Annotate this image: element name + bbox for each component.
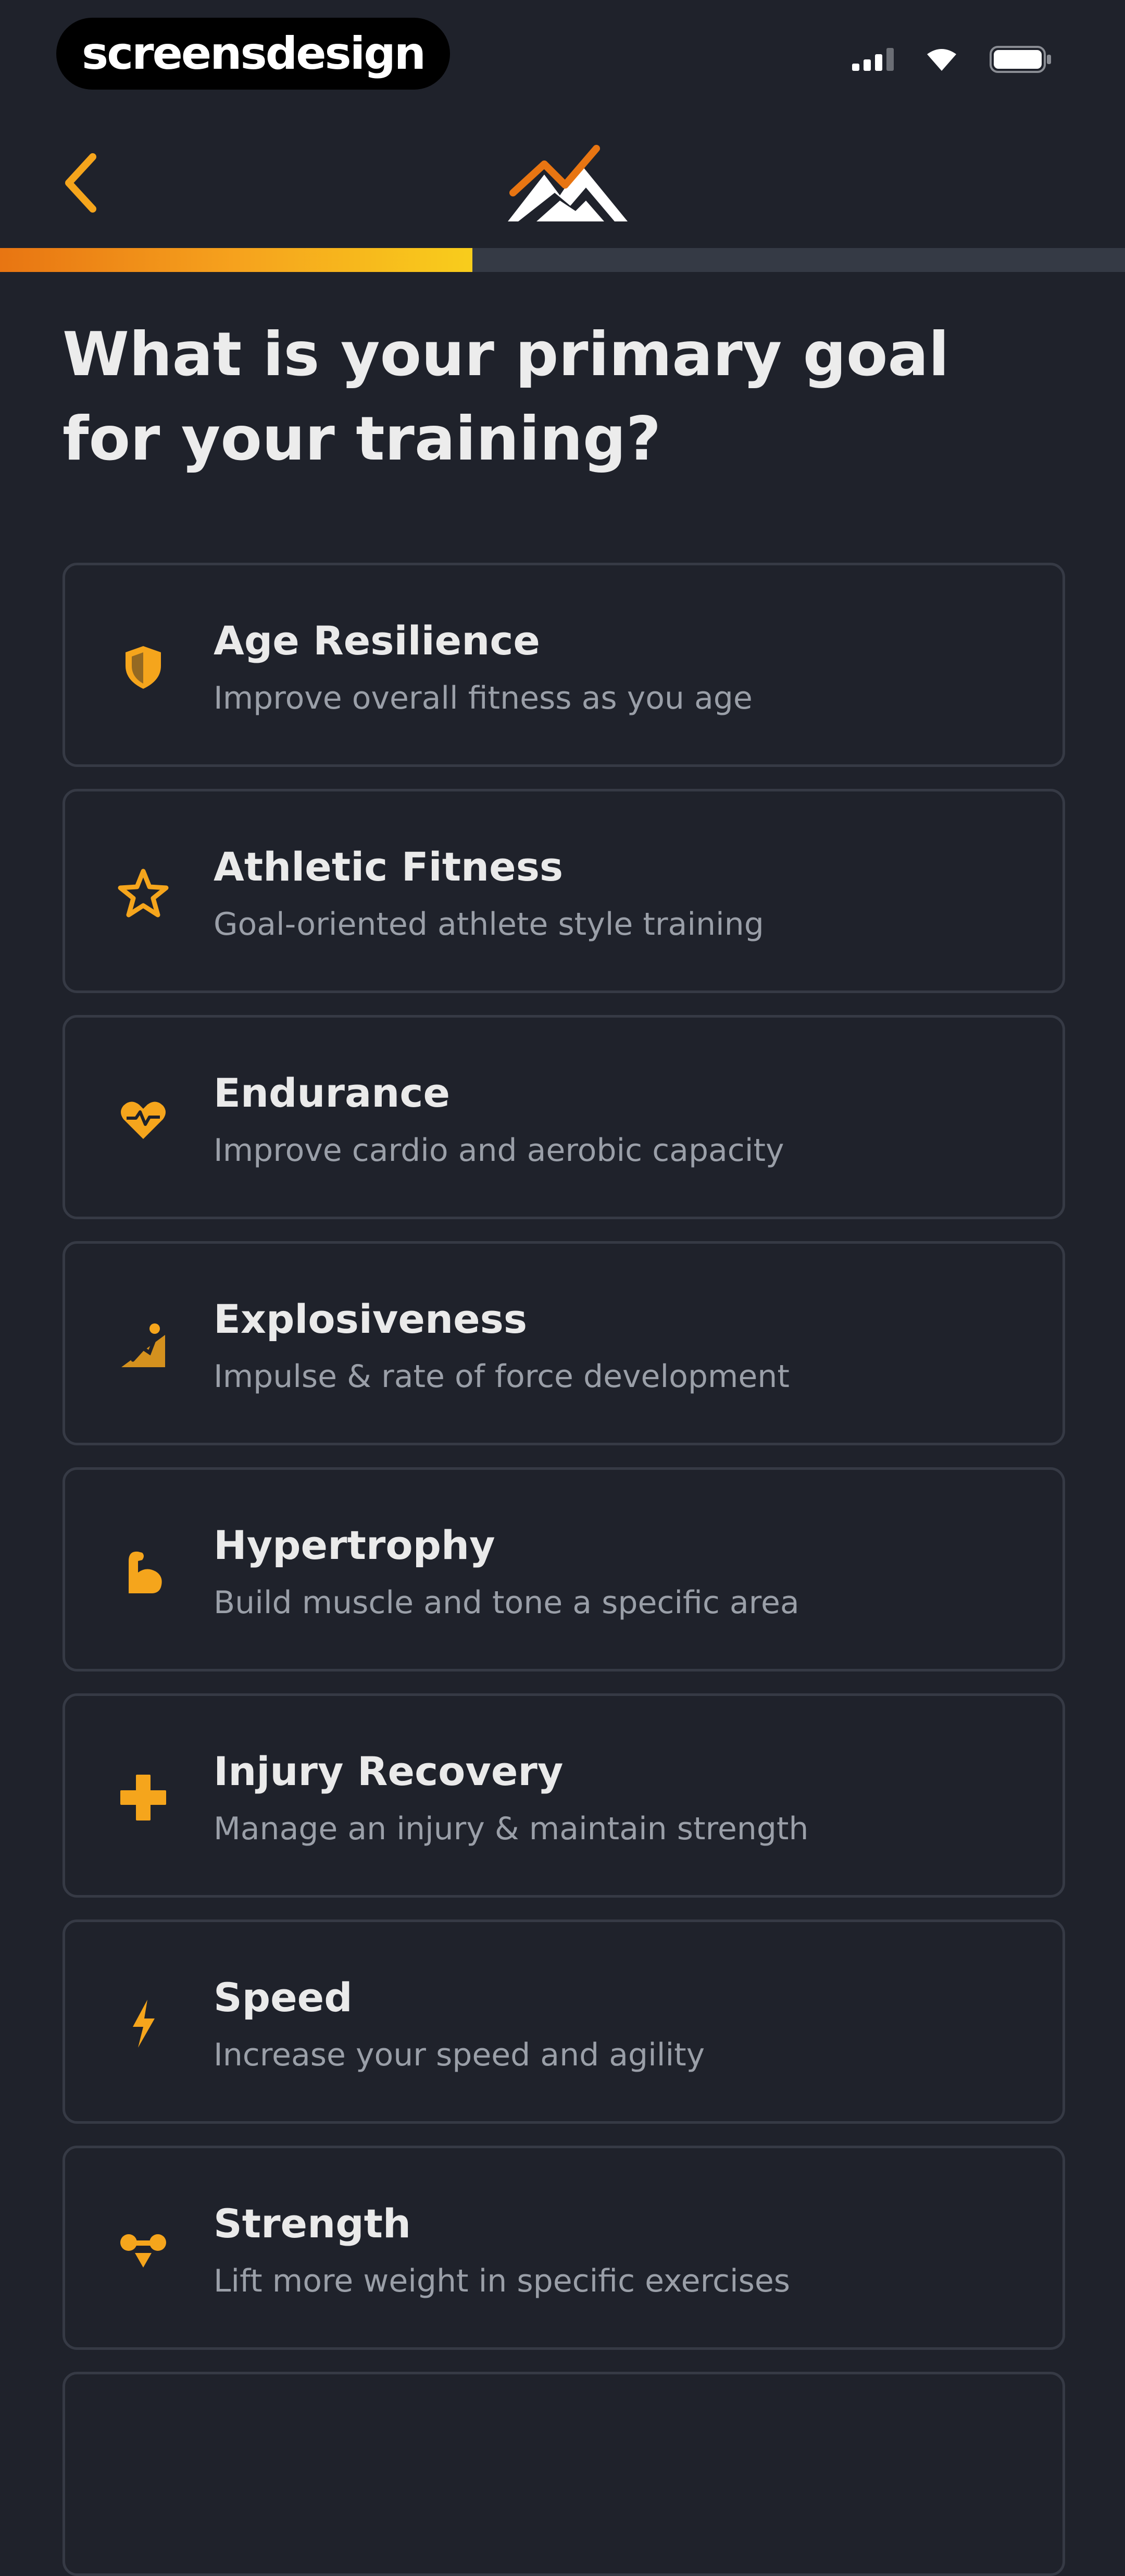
option-subtitle: Increase your speed and agility xyxy=(214,2037,705,2073)
wifi-icon xyxy=(925,47,958,74)
progress-bar xyxy=(0,248,1125,272)
page-title: What is your primary goal for your train… xyxy=(63,319,949,474)
option-athletic-fitness[interactable]: Athletic Fitness Goal-oriented athlete s… xyxy=(63,789,1065,993)
heart-icon xyxy=(117,1093,169,1145)
shield-icon xyxy=(117,641,169,693)
mountain-logo-icon xyxy=(508,145,628,229)
option-title: Age Resilience xyxy=(214,617,540,664)
status-icons xyxy=(852,46,1052,75)
nav-bar xyxy=(0,125,1125,240)
goal-options-list: Age Resilience Improve overall fitness a… xyxy=(63,563,1065,2576)
brand-label: screensdesign xyxy=(82,28,426,80)
option-subtitle: Improve overall fitness as you age xyxy=(214,680,753,716)
option-title: Hypertrophy xyxy=(214,1522,495,1568)
option-partial[interactable] xyxy=(63,2372,1065,2576)
option-speed[interactable]: Speed Increase your speed and agility xyxy=(63,1919,1065,2124)
option-title: Strength xyxy=(214,2200,411,2247)
brand-badge: screensdesign xyxy=(56,18,450,90)
star-icon xyxy=(117,867,169,919)
option-strength[interactable]: Strength Lift more weight in specific ex… xyxy=(63,2146,1065,2350)
option-age-resilience[interactable]: Age Resilience Improve overall fitness a… xyxy=(63,563,1065,767)
option-title: Athletic Fitness xyxy=(214,844,564,890)
option-subtitle: Build muscle and tone a specific area xyxy=(214,1584,799,1621)
option-title: Injury Recovery xyxy=(214,1748,564,1794)
option-subtitle: Improve cardio and aerobic capacity xyxy=(214,1132,784,1169)
option-explosiveness[interactable]: Explosiveness Impulse & rate of force de… xyxy=(63,1241,1065,1445)
option-endurance[interactable]: Endurance Improve cardio and aerobic cap… xyxy=(63,1015,1065,1219)
back-button[interactable] xyxy=(49,150,112,218)
progress-fill xyxy=(0,248,473,272)
plus-icon xyxy=(117,1772,169,1824)
lightning-icon xyxy=(117,1998,169,2050)
option-subtitle: Impulse & rate of force development xyxy=(214,1358,790,1395)
option-title: Explosiveness xyxy=(214,1296,528,1342)
option-subtitle: Manage an injury & maintain strength xyxy=(214,1811,809,1847)
signal-icon xyxy=(852,48,894,73)
status-bar: screensdesign xyxy=(0,0,1125,120)
option-title: Endurance xyxy=(214,1070,450,1116)
option-title: Speed xyxy=(214,1974,353,2021)
option-subtitle: Goal-oriented athlete style training xyxy=(214,906,764,943)
flexed-arm-icon xyxy=(117,1545,169,1597)
option-hypertrophy[interactable]: Hypertrophy Build muscle and tone a spec… xyxy=(63,1467,1065,1671)
runner-icon xyxy=(117,1319,169,1371)
dumbbell-icon xyxy=(117,2224,169,2276)
option-subtitle: Lift more weight in specific exercises xyxy=(214,2263,791,2299)
app-logo xyxy=(508,143,628,227)
chevron-left-icon xyxy=(63,152,99,216)
battery-icon xyxy=(990,46,1052,75)
option-injury-recovery[interactable]: Injury Recovery Manage an injury & maint… xyxy=(63,1693,1065,1898)
